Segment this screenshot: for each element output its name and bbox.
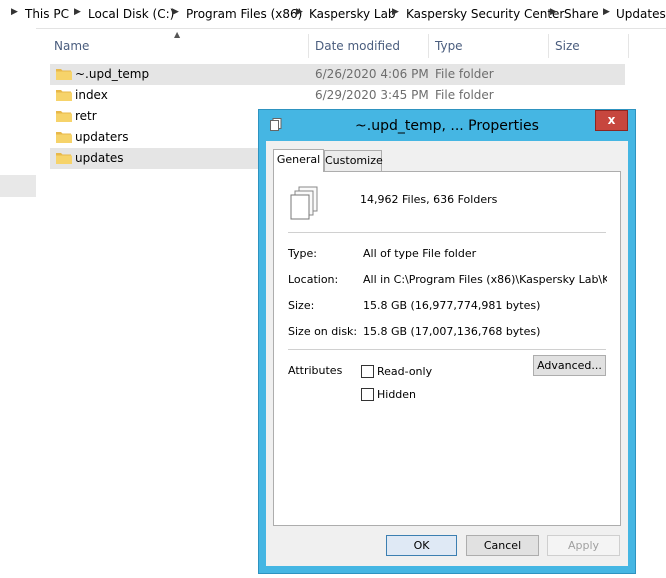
address-bar[interactable]: ▶ This PC ▶ Local Disk (C:) ▶ Program Fi… — [0, 0, 666, 29]
navigation-selected-item[interactable] — [0, 175, 36, 197]
folder-icon — [56, 111, 72, 122]
column-header-type[interactable]: Type — [435, 34, 463, 58]
ok-button[interactable]: OK — [386, 535, 457, 556]
chevron-right-icon[interactable]: ▶ — [172, 7, 179, 17]
chevron-right-icon[interactable]: ▶ — [603, 7, 610, 17]
file-name: updates — [75, 151, 124, 165]
column-header-date-modified[interactable]: Date modified — [315, 34, 400, 58]
chevron-right-icon[interactable]: ▶ — [296, 7, 303, 17]
divider — [288, 232, 606, 233]
breadcrumb-program-files[interactable]: Program Files (x86) — [186, 7, 302, 21]
file-type: File folder — [435, 67, 494, 81]
cancel-button[interactable]: Cancel — [466, 535, 539, 556]
advanced-button[interactable]: Advanced... — [533, 355, 606, 376]
location-value: All in C:\Program Files (x86)\Kaspersky … — [363, 273, 607, 286]
file-row[interactable]: ~.upd_temp 6/26/2020 4:06 PM File folder — [50, 64, 625, 85]
hidden-label[interactable]: Hidden — [377, 388, 416, 401]
column-header-size[interactable]: Size — [555, 34, 580, 58]
multiple-documents-icon — [290, 186, 318, 220]
column-header-name[interactable]: Name — [54, 34, 89, 58]
chevron-right-icon[interactable]: ▶ — [550, 7, 557, 17]
size-label: Size: — [288, 299, 315, 312]
read-only-label[interactable]: Read-only — [377, 365, 432, 378]
dialog-title: ~.upd_temp, ... Properties — [355, 118, 539, 134]
breadcrumb-kaspersky-security-center[interactable]: Kaspersky Security Center — [406, 7, 564, 21]
location-label: Location: — [288, 273, 339, 286]
chevron-right-icon[interactable]: ▶ — [74, 7, 81, 17]
file-name: retr — [75, 109, 97, 123]
dialog-client-area: General Customize 14,962 Files, 636 Fold… — [266, 141, 628, 566]
file-row[interactable]: index 6/29/2020 3:45 PM File folder — [50, 85, 625, 106]
file-date: 6/26/2020 4:06 PM — [315, 67, 429, 81]
folder-icon — [56, 153, 72, 164]
breadcrumb-updates[interactable]: Updates — [616, 7, 666, 21]
file-name: updaters — [75, 130, 129, 144]
hidden-checkbox[interactable] — [361, 388, 374, 401]
column-divider[interactable] — [308, 34, 309, 58]
file-name: index — [75, 88, 108, 102]
tab-customize[interactable]: Customize — [324, 150, 383, 171]
type-label: Type: — [288, 247, 317, 260]
close-icon: x — [607, 113, 616, 127]
apply-button[interactable]: Apply — [547, 535, 620, 556]
properties-dialog: ~.upd_temp, ... Properties x General Cus… — [258, 109, 636, 574]
sort-ascending-icon: ▲ — [174, 30, 181, 39]
divider — [288, 349, 606, 350]
size-value: 15.8 GB (16,977,774,981 bytes) — [363, 299, 541, 312]
chevron-right-icon[interactable]: ▶ — [11, 7, 18, 17]
size-on-disk-label: Size on disk: — [288, 325, 358, 338]
file-date: 6/29/2020 3:45 PM — [315, 88, 429, 102]
breadcrumb-share[interactable]: Share — [564, 7, 599, 21]
folder-icon — [56, 69, 72, 80]
column-divider[interactable] — [548, 34, 549, 58]
navigation-pane[interactable] — [0, 28, 36, 578]
close-button[interactable]: x — [595, 110, 628, 131]
tab-general[interactable]: General — [273, 149, 324, 172]
attributes-label: Attributes — [288, 364, 343, 377]
breadcrumb-this-pc[interactable]: This PC — [25, 7, 69, 21]
breadcrumb-kaspersky-lab[interactable]: Kaspersky Lab — [309, 7, 396, 21]
breadcrumb-local-disk[interactable]: Local Disk (C:) — [88, 7, 174, 21]
file-folder-count: 14,962 Files, 636 Folders — [360, 193, 498, 206]
type-value: All of type File folder — [363, 247, 477, 260]
size-on-disk-value: 15.8 GB (17,007,136,768 bytes) — [363, 325, 541, 338]
column-divider[interactable] — [428, 34, 429, 58]
file-type: File folder — [435, 88, 494, 102]
column-divider[interactable] — [628, 34, 629, 58]
file-name: ~.upd_temp — [75, 67, 150, 81]
read-only-checkbox[interactable] — [361, 365, 374, 378]
folder-icon — [56, 132, 72, 143]
chevron-right-icon[interactable]: ▶ — [392, 7, 399, 17]
dialog-title-bar[interactable]: ~.upd_temp, ... Properties x — [259, 110, 635, 140]
general-tab-panel: 14,962 Files, 636 Folders Type: All of t… — [273, 171, 621, 526]
folder-icon — [56, 90, 72, 101]
